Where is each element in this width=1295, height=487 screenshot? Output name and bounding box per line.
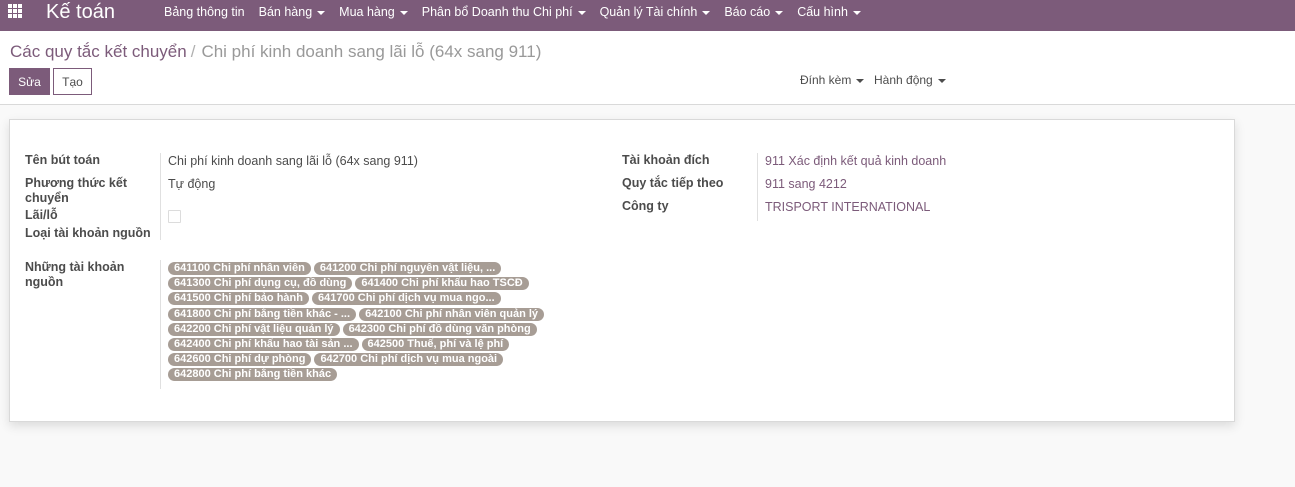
- source-account-tag[interactable]: 642800 Chi phí bằng tiền khác: [168, 368, 338, 382]
- source-account-tag[interactable]: 642500 Thuế, phí và lệ phí: [361, 338, 510, 352]
- menu-item-6[interactable]: Cấu hình: [797, 0, 861, 24]
- menu-item-label: Quản lý Tài chính: [599, 4, 698, 19]
- menu-item-label: Cấu hình: [797, 4, 848, 19]
- company-link[interactable]: TRISPORT INTERNATIONAL: [765, 200, 930, 215]
- menu-item-0[interactable]: Bảng thông tin: [164, 0, 245, 24]
- next-rule-label: Quy tắc tiếp theo: [622, 176, 724, 190]
- entry-name-label: Tên bút toán: [25, 153, 100, 167]
- caret-down-icon: [317, 10, 326, 15]
- tag-row: 642600 Chi phí dự phòng 642700 Chi phí dị…: [168, 352, 558, 367]
- source-account-tag[interactable]: 642100 Chi phí nhân viên quản lý: [359, 307, 545, 321]
- source-account-tag[interactable]: 641200 Chi phí nguyên vật liệu, ...: [313, 262, 502, 276]
- breadcrumb-parent-link[interactable]: Các quy tắc kết chuyển: [10, 42, 187, 61]
- tag-row: 641300 Chi phí dụng cụ, đồ dùng 641400 Ch…: [168, 276, 558, 291]
- target-account-label: Tài khoản đích: [622, 153, 710, 167]
- source-account-tag[interactable]: 641300 Chi phí dụng cụ, đồ dùng: [168, 277, 353, 291]
- menu-item-label: Mua hàng: [339, 4, 395, 19]
- source-account-tag[interactable]: 642200 Chi phí vật liệu quản lý: [168, 322, 340, 336]
- company-label: Công ty: [622, 199, 669, 213]
- source-type-label: Loại tài khoản nguồn: [25, 226, 151, 240]
- source-account-tag[interactable]: 641800 Chi phí bằng tiền khác - ...: [168, 307, 357, 321]
- app-title[interactable]: Kế toán: [46, 0, 115, 24]
- profit-loss-checkbox[interactable]: [168, 210, 181, 223]
- action-caret-icon: [937, 78, 946, 83]
- field-divider-source: [160, 260, 161, 389]
- menu-item-5[interactable]: Báo cáo: [724, 0, 784, 24]
- field-divider-left: [160, 153, 161, 240]
- action-dropdown[interactable]: Hành động: [874, 73, 946, 87]
- source-accounts-label: Những tài khoản nguồn: [25, 260, 125, 289]
- source-account-tag[interactable]: 642600 Chi phí dự phòng: [168, 353, 312, 367]
- menu-item-1[interactable]: Bán hàng: [259, 0, 326, 24]
- edit-button[interactable]: Sửa: [9, 68, 50, 95]
- menu-item-3[interactable]: Phân bổ Doanh thu Chi phí: [422, 0, 586, 24]
- entry-name-value: Chi phí kinh doanh sang lãi lỗ (64x sang…: [168, 154, 418, 168]
- create-button[interactable]: Tạo: [53, 68, 92, 95]
- tag-row: 641100 Chi phí nhân viên 641200 Chi phí n…: [168, 261, 558, 276]
- caret-down-icon: [702, 10, 711, 15]
- source-account-tag[interactable]: 642400 Chi phí khấu hao tài sản ...: [168, 338, 359, 352]
- caret-down-icon: [852, 10, 861, 15]
- source-account-tag[interactable]: 642700 Chi phí dịch vụ mua ngoài: [314, 353, 504, 367]
- caret-down-icon: [775, 10, 784, 15]
- next-rule-link[interactable]: 911 sang 4212: [765, 177, 847, 192]
- source-account-tag[interactable]: 641700 Chi phí dịch vụ mua ngo...: [311, 292, 501, 306]
- main-menu: Bảng thông tin Bán hàng Mua hàng Phân bổ Do…: [164, 0, 875, 24]
- caret-down-icon: [399, 10, 408, 15]
- breadcrumb-current: Chi phí kinh doanh sang lãi lỗ (64x sang…: [201, 42, 542, 61]
- source-account-tag[interactable]: 641400 Chi phí khấu hao TSCĐ: [355, 277, 529, 291]
- tag-row: 642800 Chi phí bằng tiền khác: [168, 367, 558, 382]
- menu-item-label: Báo cáo: [724, 4, 771, 19]
- apps-grid-icon[interactable]: [8, 4, 24, 18]
- form-sheet: Tên bút toán Chi phí kinh doanh sang lãi…: [9, 119, 1235, 422]
- tag-row: 641500 Chi phí bảo hành 641700 Chi phí dị…: [168, 291, 558, 306]
- caret-down-icon: [577, 10, 586, 15]
- top-navbar: Kế toán Bảng thông tin Bán hàng Mua hàng Ph…: [0, 0, 1295, 31]
- profit-loss-label: Lãi/lỗ: [25, 208, 58, 222]
- attach-label: Đính kèm: [800, 73, 852, 87]
- menu-item-2[interactable]: Mua hàng: [339, 0, 408, 24]
- field-divider-right: [757, 153, 758, 221]
- control-panel: Các quy tắc kết chuyển / Chi phí kinh doan…: [0, 31, 1295, 105]
- tag-row: 642400 Chi phí khấu hao tài sản ... 64250…: [168, 337, 558, 352]
- method-label: Phương thức kết chuyển: [25, 176, 127, 205]
- attach-dropdown[interactable]: Đính kèm: [800, 73, 865, 87]
- menu-item-label: Bảng thông tin: [164, 4, 245, 19]
- menu-item-label: Bán hàng: [258, 4, 313, 19]
- target-account-link[interactable]: 911 Xác định kết quả kinh doanh: [765, 154, 946, 169]
- source-accounts-tags: 641100 Chi phí nhân viên 641200 Chi phí n…: [168, 261, 558, 383]
- source-account-tag[interactable]: 642300 Chi phí đồ dùng văn phòng: [342, 322, 537, 336]
- menu-item-label: Phân bổ Doanh thu Chi phí: [421, 4, 573, 19]
- source-account-tag[interactable]: 641500 Chi phí bảo hành: [168, 292, 309, 306]
- breadcrumb-separator: /: [190, 42, 196, 61]
- breadcrumb: Các quy tắc kết chuyển / Chi phí kinh doan…: [10, 42, 541, 62]
- method-value: Tự động: [168, 177, 216, 191]
- attach-caret-icon: [856, 78, 865, 83]
- menu-item-4[interactable]: Quản lý Tài chính: [600, 0, 711, 24]
- source-account-tag[interactable]: 641100 Chi phí nhân viên: [168, 262, 311, 276]
- tag-row: 641800 Chi phí bằng tiền khác - ... 64210…: [168, 307, 558, 322]
- tag-row: 642200 Chi phí vật liệu quản lý 642300 Ch…: [168, 322, 558, 337]
- action-label: Hành động: [874, 73, 933, 87]
